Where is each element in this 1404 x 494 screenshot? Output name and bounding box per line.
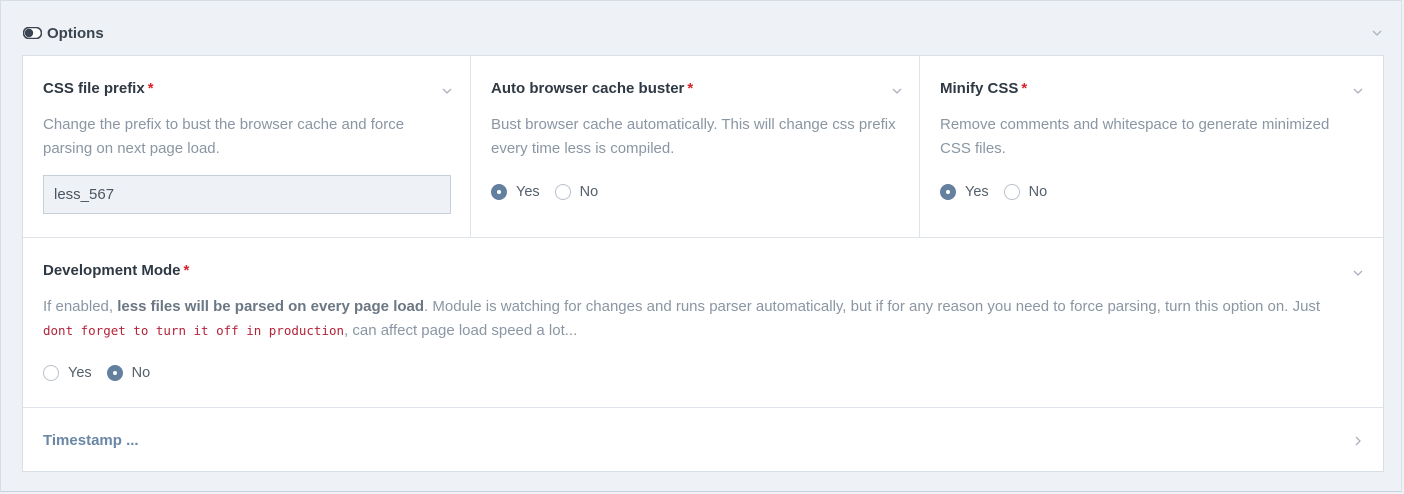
radio-label: Yes (68, 365, 92, 381)
options-fieldset: Options CSS file prefix * Change the pref… (0, 0, 1402, 492)
fieldset-header[interactable]: Options (23, 23, 104, 43)
radio-label: Yes (965, 184, 989, 200)
css-prefix-input[interactable] (43, 175, 451, 214)
field-development-mode: Development Mode * If enabled, less files… (23, 237, 1383, 407)
field-css-prefix: CSS file prefix * Change the prefix to bu… (23, 56, 471, 237)
dev-mode-radio-group: Yes No (43, 365, 165, 381)
field-title: Auto browser cache buster * (491, 80, 694, 97)
radio-no[interactable]: No (106, 365, 151, 381)
field-title: Development Mode * (43, 262, 190, 279)
radio-button[interactable] (940, 184, 956, 200)
required-mark: * (147, 80, 154, 97)
radio-button[interactable] (1003, 184, 1020, 200)
chevron-down-icon[interactable] (441, 85, 453, 97)
radio-button[interactable] (491, 184, 507, 200)
toggle-icon (23, 27, 42, 39)
radio-yes[interactable]: Yes (491, 184, 540, 200)
field-description: Remove comments and whitespace to genera… (940, 116, 1330, 157)
radio-button[interactable] (554, 184, 571, 200)
fieldset-title: Options (47, 24, 104, 42)
radio-no[interactable]: No (554, 184, 599, 200)
timestamp-link[interactable]: Timestamp ... (43, 432, 139, 449)
minify-radio-group: Yes No (940, 184, 1062, 200)
radio-button[interactable] (43, 365, 59, 381)
radio-button[interactable] (106, 365, 123, 381)
required-mark: * (1021, 80, 1028, 97)
field-cache-buster: Auto browser cache buster * Bust browser … (471, 56, 920, 237)
field-minify-css: Minify CSS * Remove comments and whitespa… (920, 56, 1383, 237)
chevron-down-icon[interactable] (1352, 267, 1364, 279)
radio-label: Yes (516, 184, 540, 200)
radio-no[interactable]: No (1003, 184, 1048, 200)
radio-label: No (579, 184, 599, 200)
required-mark: * (183, 262, 190, 279)
radio-yes[interactable]: Yes (43, 365, 92, 381)
description-code: dont forget to turn it off in production (43, 323, 345, 338)
field-description: Change the prefix to bust the browser ca… (43, 116, 405, 157)
timestamp-row[interactable]: Timestamp ... (23, 407, 1383, 471)
chevron-right-icon[interactable] (1353, 435, 1363, 447)
required-mark: * (687, 80, 694, 97)
field-title: Minify CSS * (940, 80, 1028, 97)
description-emphasis: less files will be parsed on every page … (117, 298, 425, 315)
cache-buster-radio-group: Yes No (491, 184, 613, 200)
radio-label: No (1028, 184, 1048, 200)
chevron-down-icon[interactable] (1371, 27, 1383, 39)
field-title: CSS file prefix * (43, 80, 154, 97)
chevron-down-icon[interactable] (891, 85, 903, 97)
radio-yes[interactable]: Yes (940, 184, 989, 200)
chevron-down-icon[interactable] (1352, 85, 1364, 97)
field-description: If enabled, less files will be parsed on… (43, 298, 1321, 339)
field-description: Bust browser cache automatically. This w… (491, 116, 896, 157)
radio-label: No (131, 365, 151, 381)
options-panel: CSS file prefix * Change the prefix to bu… (22, 55, 1384, 472)
